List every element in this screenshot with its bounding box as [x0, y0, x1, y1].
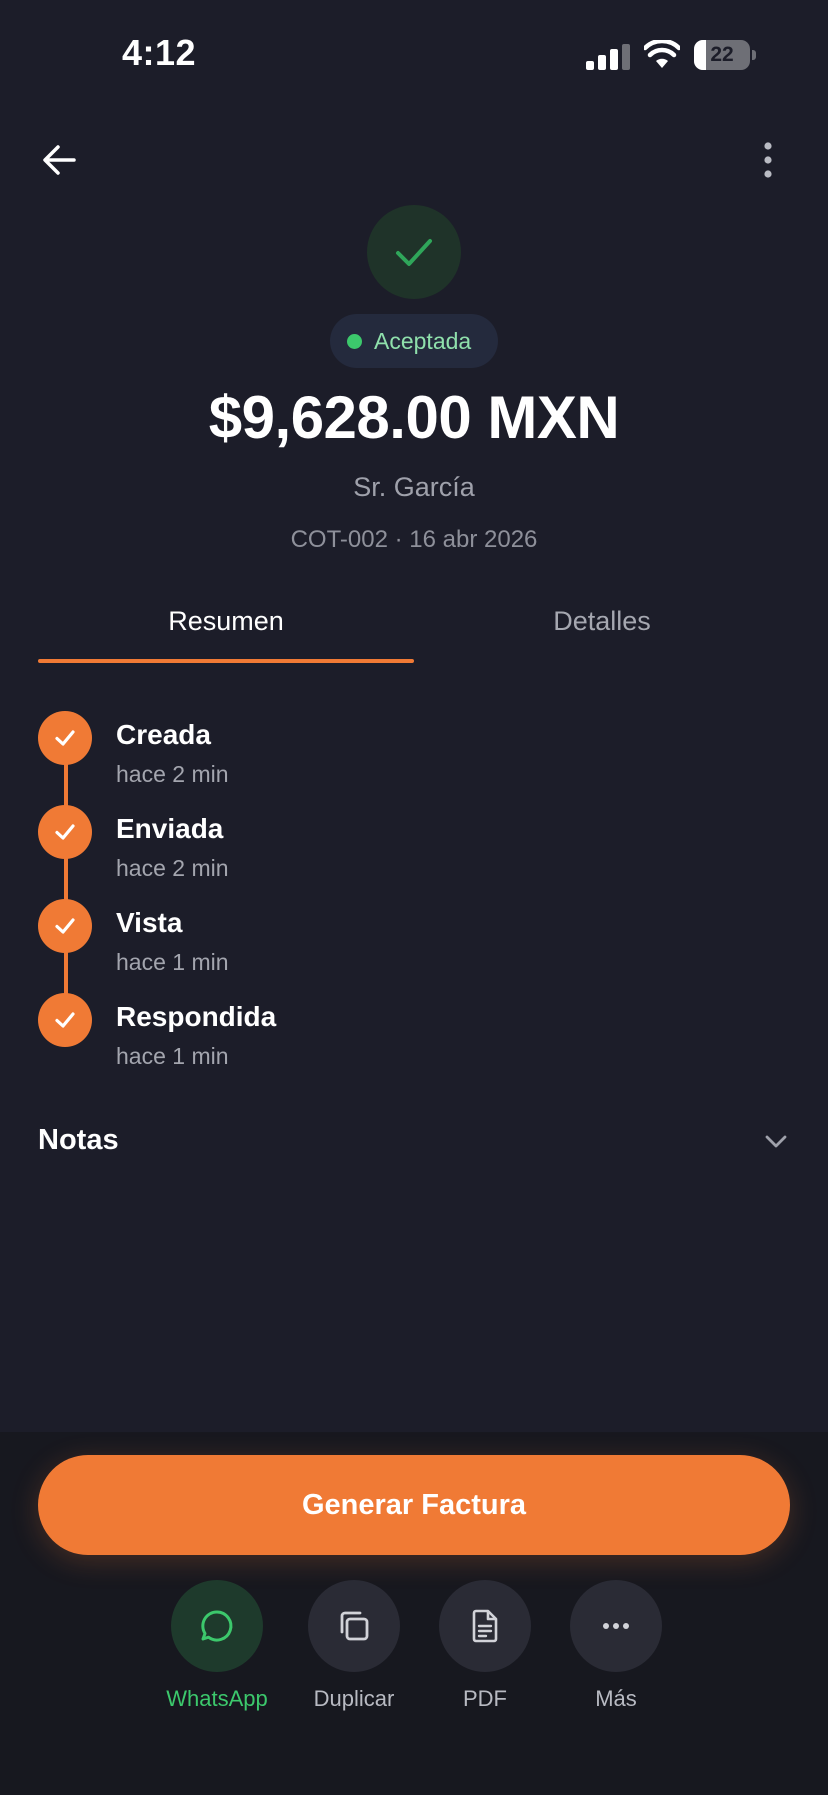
more-actions-button[interactable]: Más	[551, 1580, 681, 1712]
tab-detalles[interactable]: Detalles	[414, 606, 790, 637]
timeline-check-icon	[38, 899, 92, 953]
arrow-left-icon	[43, 145, 76, 175]
timeline-time: hace 2 min	[116, 761, 229, 787]
status-dot	[347, 334, 362, 349]
quote-amount: $9,628.00 MXN	[208, 384, 620, 451]
action-label: Más	[595, 1686, 637, 1711]
action-label: Duplicar	[313, 1686, 395, 1711]
timeline-title: Respondida	[116, 1001, 277, 1032]
more-options-button[interactable]	[748, 136, 788, 184]
check-icon	[396, 239, 432, 266]
duplicate-icon	[340, 1611, 369, 1641]
timeline-title: Enviada	[116, 813, 224, 844]
pdf-icon	[472, 1609, 498, 1643]
timeline-check-icon	[38, 711, 92, 765]
timeline-time: hace 1 min	[116, 949, 229, 975]
client-name: Sr. García	[353, 472, 475, 502]
battery-indicator: 22	[694, 40, 756, 70]
timeline-check-icon	[38, 993, 92, 1047]
whatsapp-icon	[201, 1610, 233, 1642]
action-label: WhatsApp	[166, 1686, 268, 1711]
quote-meta: COT-002 · 16 abr 2026	[290, 526, 538, 553]
status-time: 4:12	[122, 32, 197, 73]
timeline-line	[64, 740, 68, 1020]
wifi-icon	[644, 40, 680, 68]
duplicate-button[interactable]: Duplicar	[289, 1580, 419, 1712]
notes-label: Notas	[38, 1124, 119, 1156]
timeline-time: hace 1 min	[116, 1043, 229, 1069]
status-check-circle	[367, 205, 461, 299]
generate-invoice-button[interactable]: Generar Factura	[38, 1455, 790, 1555]
active-tab-indicator	[38, 659, 414, 663]
more-vertical-icon	[764, 142, 772, 178]
status-badge: Aceptada	[330, 314, 498, 368]
timeline-time: hace 2 min	[116, 855, 229, 881]
chevron-down-icon	[765, 1135, 787, 1148]
timeline-title: Vista	[116, 907, 183, 938]
action-label: PDF	[463, 1686, 507, 1711]
status-label: Aceptada	[374, 328, 472, 354]
battery-percent: 22	[710, 43, 734, 66]
whatsapp-button[interactable]: WhatsApp	[152, 1580, 282, 1712]
timeline-check-icon	[38, 805, 92, 859]
pdf-button[interactable]: PDF	[420, 1580, 550, 1712]
more-horizontal-icon	[603, 1623, 629, 1629]
notes-toggle[interactable]: Notas	[38, 1118, 790, 1166]
tab-resumen[interactable]: Resumen	[38, 606, 414, 637]
timeline-title: Creada	[116, 719, 211, 750]
back-button[interactable]	[36, 136, 84, 184]
cellular-signal-icon	[586, 44, 630, 70]
